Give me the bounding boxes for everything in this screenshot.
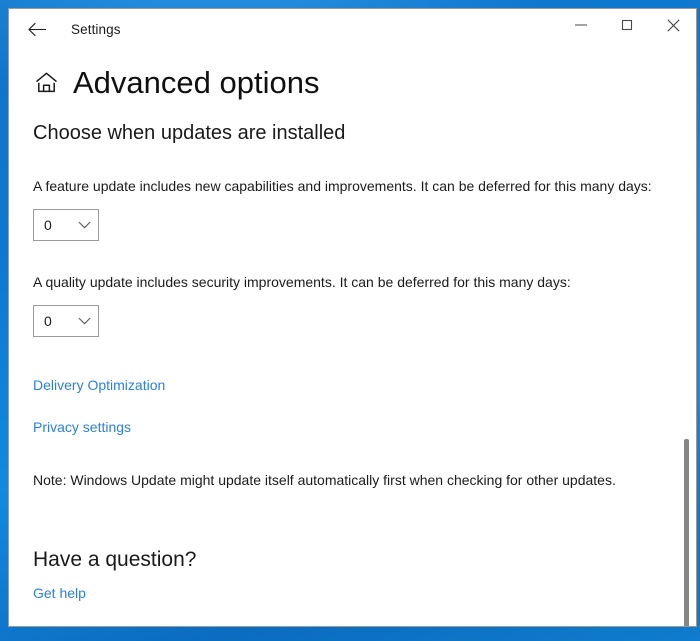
chevron-down-icon: [78, 317, 91, 325]
delivery-optimization-link[interactable]: Delivery Optimization: [33, 377, 165, 393]
page-title: Advanced options: [73, 67, 319, 98]
window-controls: [558, 9, 696, 49]
help-heading: Have a question?: [33, 548, 672, 572]
feature-update-defer-dropdown[interactable]: 0: [33, 209, 99, 241]
link-row: Privacy settings: [33, 419, 672, 437]
get-help-link[interactable]: Get help: [33, 585, 86, 601]
help-link-row: Get help: [33, 585, 672, 603]
quality-update-defer-value: 0: [44, 313, 52, 329]
back-button[interactable]: [15, 13, 59, 45]
maximize-icon: [621, 19, 633, 31]
scrollbar-thumb[interactable]: [684, 439, 689, 627]
back-arrow-icon: [28, 22, 47, 37]
settings-window: Settings: [8, 8, 697, 627]
link-row: Delivery Optimization: [33, 377, 672, 395]
maximize-button[interactable]: [604, 9, 650, 41]
feature-update-label: A feature update includes new capabiliti…: [33, 177, 672, 195]
privacy-settings-link[interactable]: Privacy settings: [33, 419, 131, 435]
quality-update-label: A quality update includes security impro…: [33, 273, 672, 291]
minimize-icon: [575, 19, 587, 31]
close-icon: [667, 19, 680, 32]
page-header: Advanced options: [33, 67, 672, 98]
settings-content: Advanced options Choose when updates are…: [9, 67, 696, 627]
quality-update-defer-dropdown[interactable]: 0: [33, 305, 99, 337]
section-title: Choose when updates are installed: [33, 122, 672, 145]
home-icon[interactable]: [33, 70, 59, 96]
feature-update-defer-value: 0: [44, 217, 52, 233]
links-group: Delivery Optimization Privacy settings: [33, 377, 672, 437]
update-note: Note: Windows Update might update itself…: [33, 472, 672, 488]
minimize-button[interactable]: [558, 9, 604, 41]
title-bar: Settings: [9, 9, 696, 49]
close-button[interactable]: [650, 9, 696, 41]
vertical-scrollbar[interactable]: [680, 107, 692, 627]
app-title: Settings: [71, 22, 121, 37]
chevron-down-icon: [78, 221, 91, 229]
